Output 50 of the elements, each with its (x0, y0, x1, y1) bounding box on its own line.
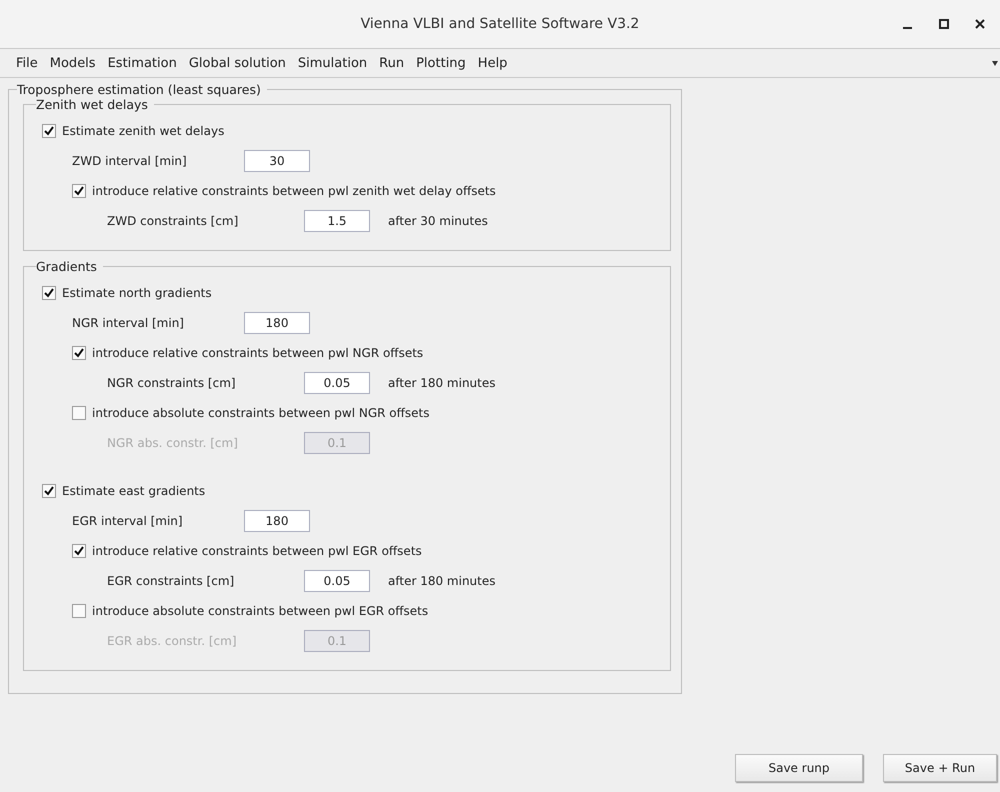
field-label: ZWD interval [min] (72, 154, 188, 168)
field-label: EGR constraints [cm] (107, 574, 236, 588)
menu-item[interactable]: Plotting (410, 56, 472, 70)
maximize-icon[interactable] (938, 18, 950, 30)
checkbox[interactable] (72, 346, 86, 360)
input-field[interactable]: 0.05 (304, 372, 370, 394)
field-label: NGR interval [min] (72, 316, 185, 330)
input-field[interactable]: 1.5 (304, 210, 370, 232)
input-field[interactable]: 0.05 (304, 570, 370, 592)
field-label: NGR constraints [cm] (107, 376, 237, 390)
checkbox[interactable] (72, 184, 86, 198)
input-field[interactable]: 180 (244, 510, 310, 532)
checkbox-label[interactable]: introduce relative constraints between pwl zenith wet delay offsets (92, 184, 496, 198)
arrow-icon (992, 61, 998, 66)
checkbox-label[interactable]: introduce relative constraints between pwl EGR offsets (92, 544, 422, 558)
suffix-text: after 30 minutes (388, 214, 488, 228)
suffix-text: after 180 minutes (388, 574, 496, 588)
input-field[interactable]: 180 (244, 312, 310, 334)
checkbox-label[interactable]: Estimate east gradients (62, 484, 206, 498)
menu-item[interactable]: Estimation (102, 56, 183, 70)
checkbox[interactable] (42, 286, 56, 300)
checkbox[interactable] (72, 406, 86, 420)
menu-item[interactable]: Global solution (182, 56, 292, 70)
action-button[interactable]: Save + Run (883, 754, 997, 782)
checkbox-label[interactable]: Estimate zenith wet delays (62, 124, 224, 138)
field-label: EGR abs. constr. [cm] (107, 634, 238, 648)
menu-item[interactable]: Help (472, 56, 514, 70)
checkbox-label[interactable]: introduce absolute constraints between pwl EGR offsets (92, 604, 428, 618)
checkbox[interactable] (72, 604, 86, 618)
action-button[interactable]: Save runp (735, 754, 863, 782)
menu-item[interactable]: Models (44, 56, 102, 70)
checkbox-label[interactable]: introduce absolute constraints between pwl NGR offsets (92, 406, 430, 420)
group-title: Gradients (36, 259, 98, 274)
checkbox-label[interactable]: Estimate north gradients (62, 286, 212, 300)
window-title: Vienna VLBI and Satellite Software V3.2 (360, 16, 640, 32)
group-title: Zenith wet delays (36, 97, 149, 112)
field-label: EGR interval [min] (72, 514, 184, 528)
input-field[interactable]: 30 (244, 150, 310, 172)
panel-title: Troposphere estimation (least squares) (17, 82, 262, 97)
field-label: NGR abs. constr. [cm] (107, 436, 239, 450)
close-icon[interactable] (974, 18, 986, 30)
checkbox-label[interactable]: introduce relative constraints between pwl NGR offsets (92, 346, 424, 360)
menu-item[interactable]: File (10, 56, 44, 70)
checkbox[interactable] (72, 544, 86, 558)
menu-item[interactable]: Run (373, 56, 410, 70)
suffix-text: after 180 minutes (388, 376, 496, 390)
menu-item[interactable]: Simulation (292, 56, 374, 70)
checkbox[interactable] (42, 484, 56, 498)
field-label: ZWD constraints [cm] (107, 214, 240, 228)
checkbox[interactable] (42, 124, 56, 138)
